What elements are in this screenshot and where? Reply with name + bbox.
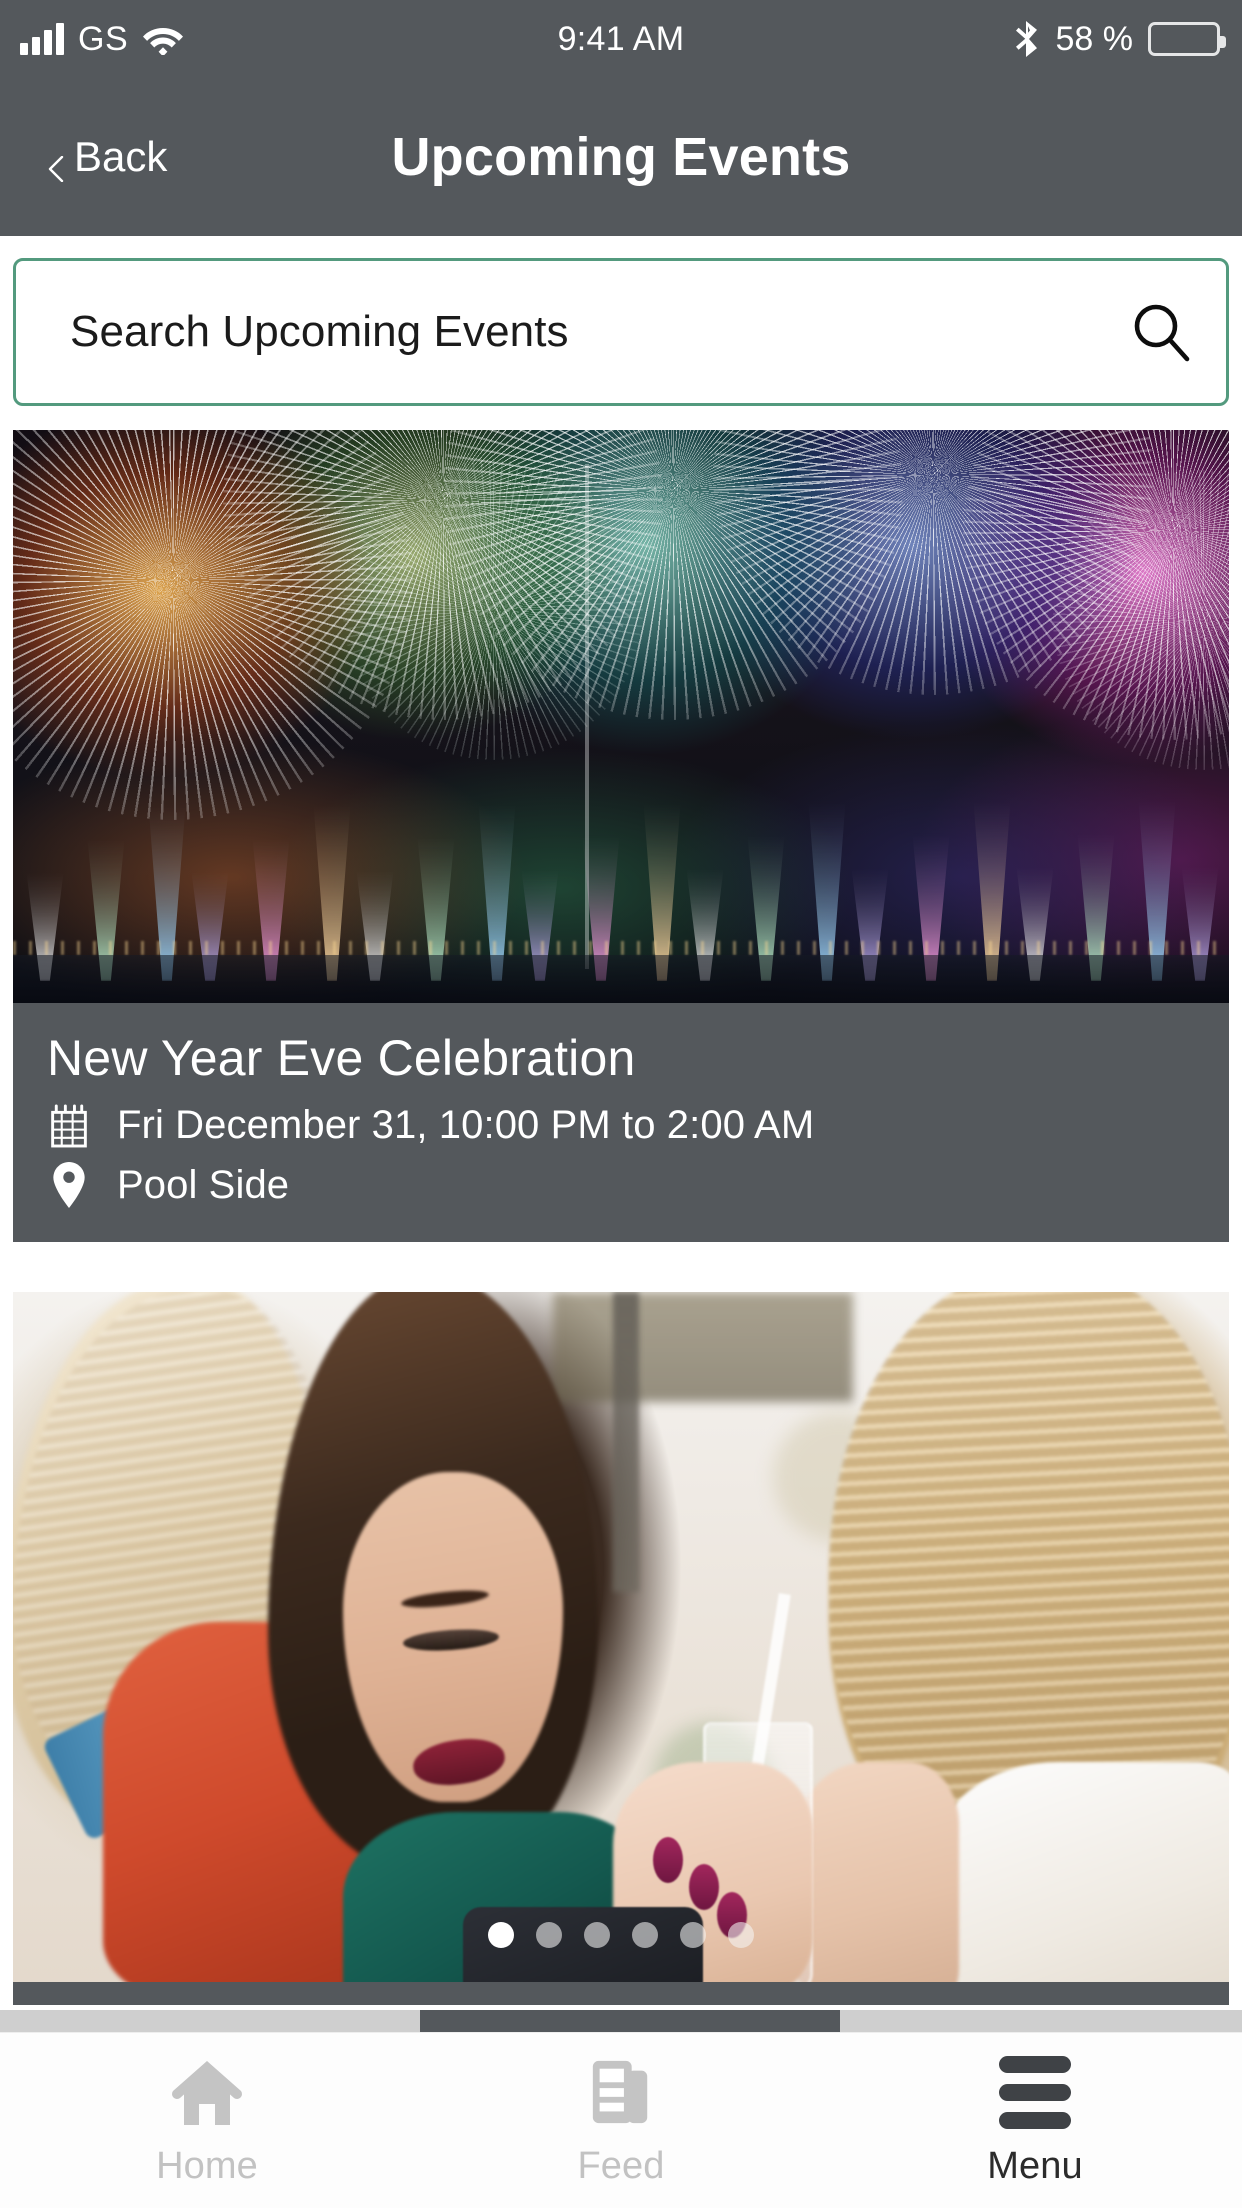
home-icon (170, 2055, 244, 2129)
tab-menu-label: Menu (987, 2145, 1083, 2187)
app-root: GS 9:41 AM 58 % Back Upcoming Events Sea… (0, 0, 1242, 2208)
carousel-dot[interactable] (488, 1922, 514, 1948)
carousel-dot[interactable] (584, 1922, 610, 1948)
battery-percentage-label: 58 % (1055, 19, 1134, 58)
map-pin-icon (47, 1162, 91, 1208)
tab-home-label: Home (156, 2145, 258, 2187)
carousel-dot[interactable] (632, 1922, 658, 1948)
event-info: New Year Eve Celebration Fri December 31… (13, 1003, 1229, 1242)
carousel-dot[interactable] (680, 1922, 706, 1948)
bluetooth-icon (1015, 21, 1041, 57)
navigation-header: Back Upcoming Events (0, 78, 1242, 236)
search-icon[interactable] (1096, 300, 1226, 364)
event-image-fireworks (13, 430, 1229, 1003)
tab-feed[interactable]: Feed (414, 2033, 828, 2188)
calendar-icon (47, 1104, 91, 1148)
battery-icon (1148, 22, 1226, 56)
horizontal-scrollbar[interactable] (0, 2010, 1242, 2032)
event-location-row: Pool Side (47, 1162, 1195, 1208)
search-input[interactable]: Search Upcoming Events (16, 307, 1096, 357)
event-location: Pool Side (117, 1162, 290, 1207)
carousel-dot[interactable] (536, 1922, 562, 1948)
event-date-row: Fri December 31, 10:00 PM to 2:00 AM (47, 1103, 1195, 1148)
status-bar-right: 58 % (1015, 19, 1226, 59)
event-info: Master Guest Day Thu Jan 01. 5:00 PM to … (13, 1982, 1229, 2005)
event-card[interactable]: Master Guest Day Thu Jan 01. 5:00 PM to … (13, 1292, 1229, 2005)
tab-feed-label: Feed (577, 2145, 665, 2187)
page-title: Upcoming Events (391, 127, 851, 187)
tab-menu[interactable]: Menu (828, 2033, 1242, 2188)
events-list[interactable]: New Year Eve Celebration Fri December 31… (0, 430, 1242, 2005)
event-date: Fri December 31, 10:00 PM to 2:00 AM (117, 1103, 815, 1147)
scrollbar-thumb[interactable] (420, 2010, 840, 2032)
carousel-dot[interactable] (728, 1922, 754, 1948)
status-bar: GS 9:41 AM 58 % (0, 0, 1242, 78)
event-card[interactable]: New Year Eve Celebration Fri December 31… (13, 430, 1229, 1242)
event-image-party (13, 1292, 1229, 1982)
tab-home[interactable]: Home (0, 2033, 414, 2188)
search-bar[interactable]: Search Upcoming Events (13, 258, 1229, 406)
hamburger-menu-icon (999, 2055, 1071, 2129)
event-title: New Year Eve Celebration (47, 1030, 636, 1086)
feed-icon (587, 2055, 655, 2129)
carousel-pagination[interactable] (13, 1922, 1229, 1948)
bottom-tab-bar: Home Feed Menu (0, 2032, 1242, 2208)
